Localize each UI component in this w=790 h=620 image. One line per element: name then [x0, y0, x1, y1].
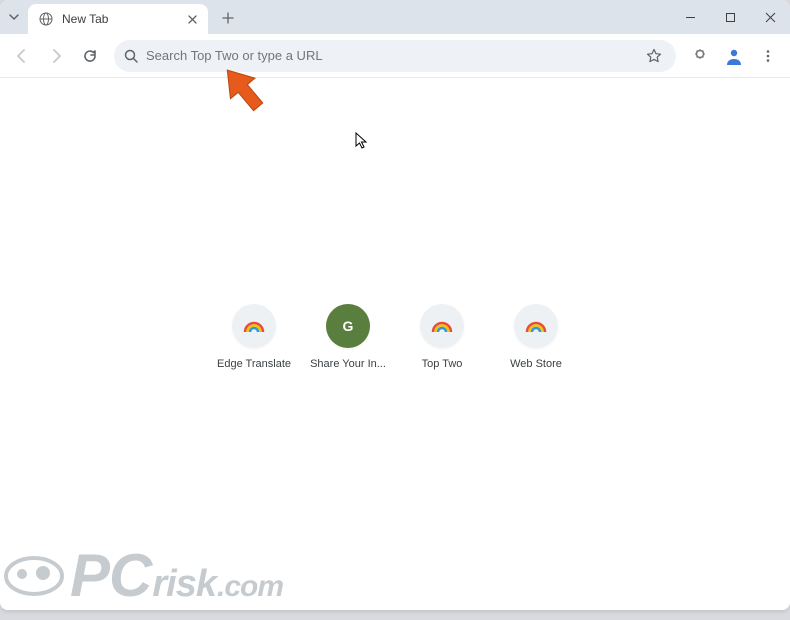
- reload-button[interactable]: [74, 40, 106, 72]
- shortcut-letter: G: [343, 318, 354, 334]
- avatar-icon: [722, 44, 746, 68]
- shortcut-label: Top Two: [422, 358, 463, 370]
- shortcut-tile[interactable]: Edge Translate: [214, 304, 294, 370]
- shortcut-icon: [232, 304, 276, 348]
- tab-close-button[interactable]: [184, 11, 200, 27]
- toolbar: [0, 34, 790, 78]
- back-button[interactable]: [6, 40, 38, 72]
- kebab-icon: [761, 49, 775, 63]
- rainbow-icon: [525, 318, 547, 334]
- globe-icon: [38, 11, 54, 27]
- shortcut-label: Web Store: [510, 358, 562, 370]
- shortcut-icon: G: [326, 304, 370, 348]
- new-tab-button[interactable]: [214, 4, 242, 32]
- shortcut-tile[interactable]: G Share Your In...: [308, 304, 388, 370]
- profile-button[interactable]: [718, 40, 750, 72]
- maximize-icon: [725, 12, 736, 23]
- browser-window: New Tab: [0, 0, 790, 610]
- arrow-left-icon: [14, 48, 30, 64]
- rainbow-icon: [243, 318, 265, 334]
- extensions-button[interactable]: [684, 40, 716, 72]
- maximize-button[interactable]: [710, 0, 750, 34]
- forward-button[interactable]: [40, 40, 72, 72]
- arrow-right-icon: [48, 48, 64, 64]
- shortcut-tile[interactable]: Top Two: [402, 304, 482, 370]
- address-bar[interactable]: [114, 40, 676, 72]
- star-icon: [646, 48, 662, 64]
- shortcut-label: Share Your In...: [310, 358, 386, 370]
- close-icon: [765, 12, 776, 23]
- address-input[interactable]: [146, 48, 642, 63]
- shortcut-icon: [420, 304, 464, 348]
- bookmark-button[interactable]: [642, 44, 666, 68]
- close-icon: [188, 15, 197, 24]
- browser-tab[interactable]: New Tab: [28, 4, 208, 34]
- shortcut-tile[interactable]: Web Store: [496, 304, 576, 370]
- minimize-icon: [685, 12, 696, 23]
- rainbow-icon: [431, 318, 453, 334]
- search-icon: [124, 49, 138, 63]
- menu-button[interactable]: [752, 40, 784, 72]
- shortcut-icon: [514, 304, 558, 348]
- titlebar: New Tab: [0, 0, 790, 34]
- window-controls: [670, 0, 790, 34]
- shortcuts-row: Edge Translate G Share Your In... Top Tw…: [0, 304, 790, 370]
- chevron-down-icon: [8, 11, 20, 23]
- new-tab-content: Edge Translate G Share Your In... Top Tw…: [0, 78, 790, 610]
- tab-title: New Tab: [62, 12, 184, 26]
- shortcut-label: Edge Translate: [217, 358, 291, 370]
- puzzle-icon: [692, 48, 708, 64]
- minimize-button[interactable]: [670, 0, 710, 34]
- close-window-button[interactable]: [750, 0, 790, 34]
- reload-icon: [82, 48, 98, 64]
- tab-search-button[interactable]: [0, 0, 28, 34]
- plus-icon: [222, 12, 234, 24]
